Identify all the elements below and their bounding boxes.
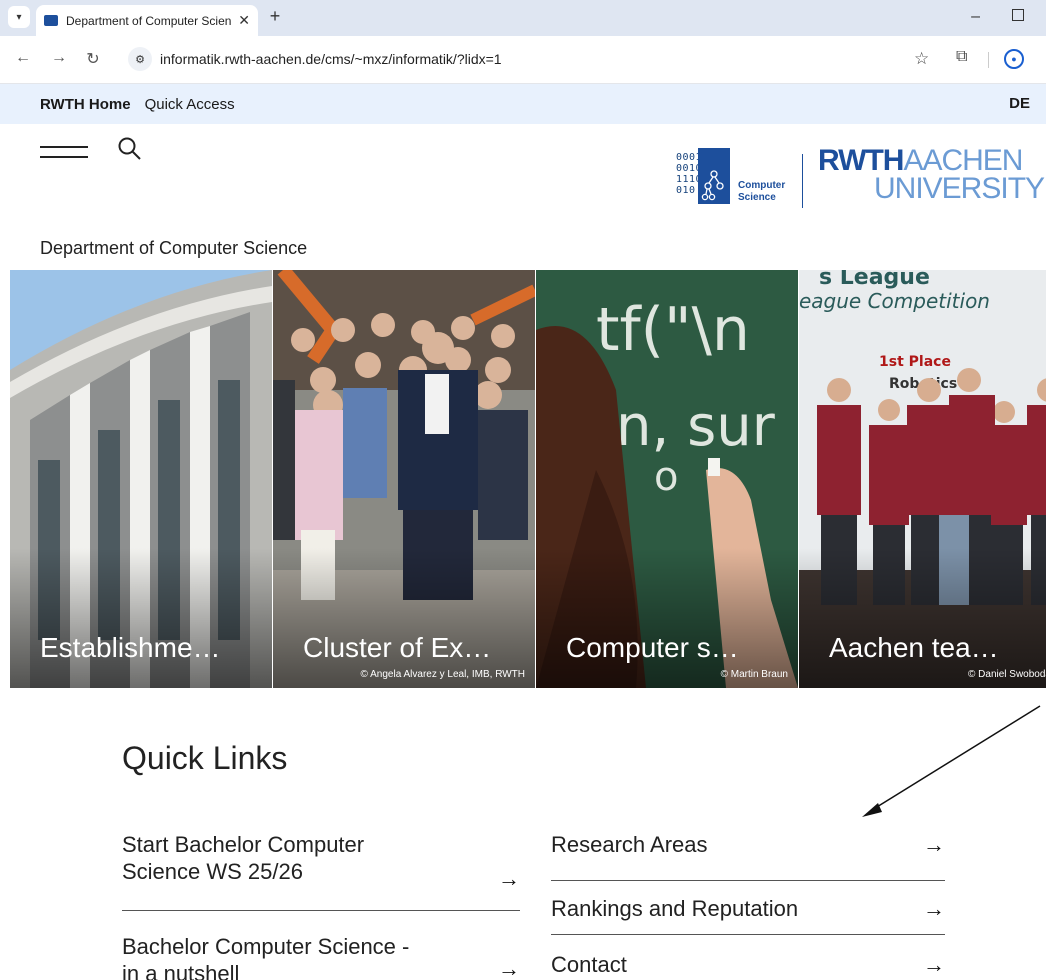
quick-link-start-bachelor[interactable]: Start Bachelor Computer Science WS 25/26… bbox=[122, 813, 520, 911]
arrow-right-icon: → bbox=[923, 832, 945, 857]
quick-link-bachelor-nutshell[interactable]: Bachelor Computer Science - in a nutshel… bbox=[122, 911, 520, 980]
quick-links-title: Quick Links bbox=[122, 740, 288, 776]
quick-link-contact[interactable]: Contact → bbox=[551, 935, 945, 980]
quick-link-rankings[interactable]: Rankings and Reputation → bbox=[551, 881, 945, 935]
arrow-right-icon: → bbox=[923, 896, 945, 921]
quick-links-left-column: Start Bachelor Computer Science WS 25/26… bbox=[122, 813, 520, 980]
arrow-right-icon: → bbox=[498, 866, 520, 891]
quick-links-right-column: Research Areas → Rankings and Reputation… bbox=[551, 813, 945, 980]
arrow-right-icon: → bbox=[498, 956, 520, 980]
arrow-right-icon: → bbox=[923, 952, 945, 977]
quick-link-research-areas[interactable]: Research Areas → bbox=[551, 813, 945, 881]
